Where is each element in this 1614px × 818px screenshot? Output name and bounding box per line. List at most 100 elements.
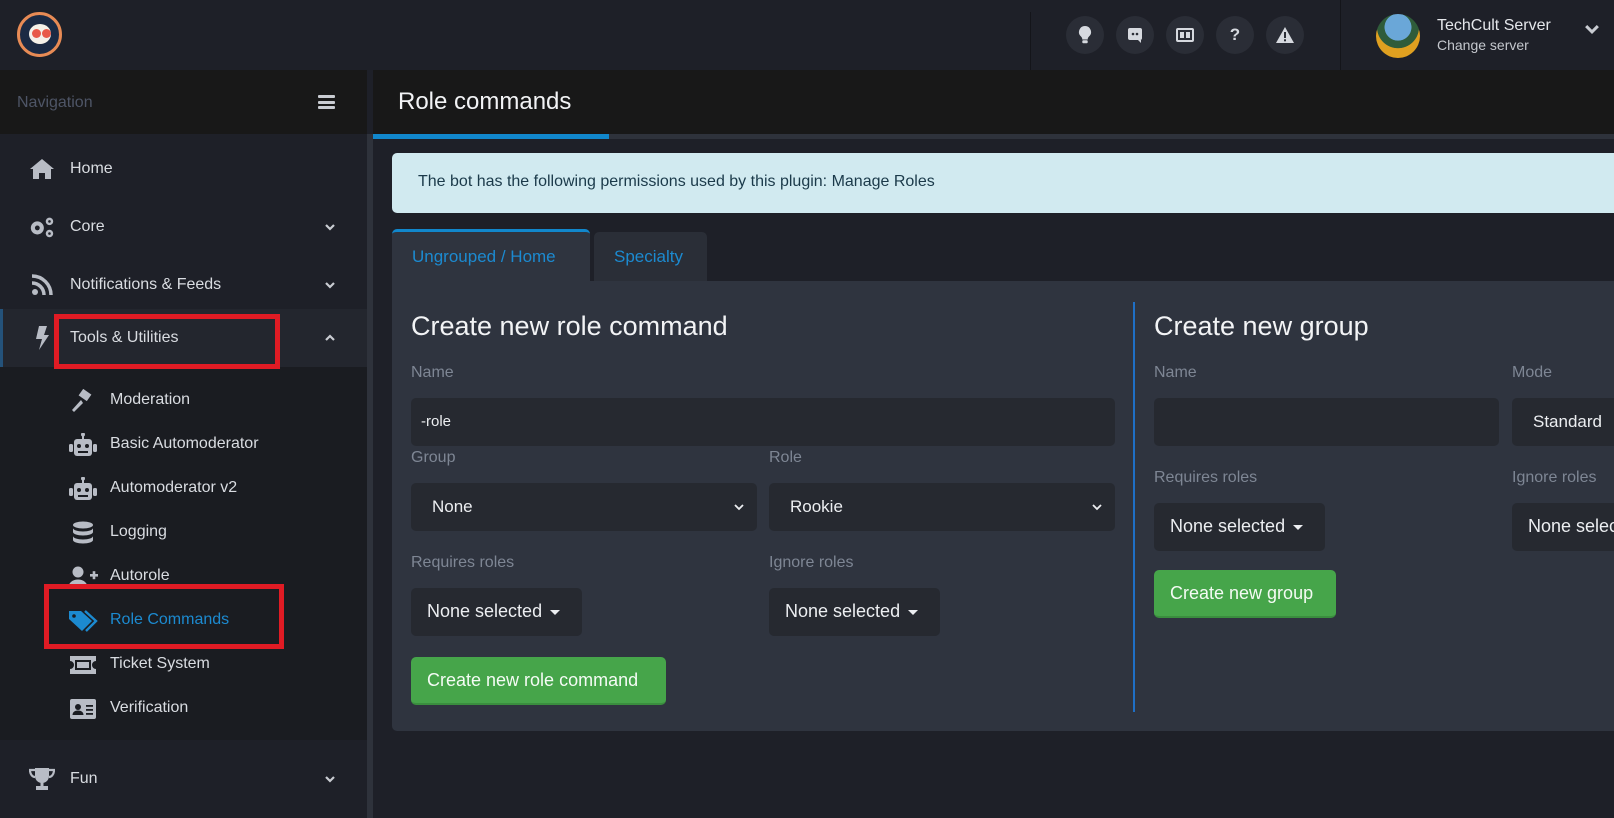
group-ignore-roles-dropdown[interactable]: None selected xyxy=(1512,503,1614,551)
tab-specialty[interactable]: Specialty xyxy=(594,232,707,282)
sidebar-item-label: Basic Automoderator xyxy=(110,435,259,452)
sidebar-item-basic-automoderator[interactable]: Basic Automoderator xyxy=(0,423,367,467)
create-group-button[interactable]: Create new group xyxy=(1154,570,1336,618)
permissions-alert: The bot has the following permissions us… xyxy=(392,153,1614,213)
discord-icon[interactable] xyxy=(1116,16,1154,54)
chevron-down-icon xyxy=(325,224,335,231)
chevron-down-icon[interactable] xyxy=(1585,22,1599,36)
create-role-command-button[interactable]: Create new role command xyxy=(411,657,666,705)
group-name-input[interactable] xyxy=(1154,398,1499,446)
chevron-down-icon xyxy=(325,282,335,289)
group-ignore-roles-label: Ignore roles xyxy=(1512,469,1597,486)
sidebar-item-label: Moderation xyxy=(110,391,191,408)
caret-down-icon xyxy=(550,609,561,615)
lightbulb-icon[interactable] xyxy=(1066,16,1104,54)
server-name[interactable]: TechCult Server xyxy=(1437,17,1551,35)
sidebar-item-label: Tools & Utilities xyxy=(70,329,179,346)
chevron-down-icon xyxy=(325,776,335,783)
group-select[interactable]: None xyxy=(411,483,757,531)
requires-roles-dropdown[interactable]: None selected xyxy=(411,588,582,636)
select-value: Rookie xyxy=(790,497,843,516)
gavel-icon xyxy=(68,389,98,413)
bolt-icon xyxy=(28,326,56,350)
sidebar-item-verification[interactable]: Verification xyxy=(0,687,367,731)
divider xyxy=(1030,12,1031,70)
dropdown-text: None selected xyxy=(1170,516,1286,536)
sidebar-item-label: Ticket System xyxy=(110,655,210,672)
sidebar-item-role-commands[interactable]: Role Commands xyxy=(0,599,367,643)
news-icon[interactable] xyxy=(1166,16,1204,54)
chevron-down-icon xyxy=(1092,504,1102,511)
robot-icon xyxy=(68,433,98,457)
select-value: None xyxy=(432,497,473,516)
caret-down-icon xyxy=(1293,524,1304,530)
menu-toggle-icon[interactable] xyxy=(318,95,335,109)
sidebar-item-label: Fun xyxy=(70,770,98,787)
group-requires-roles-label: Requires roles xyxy=(1154,469,1258,486)
dropdown-value: None selected xyxy=(785,601,919,622)
group-label: Group xyxy=(411,449,456,466)
role-command-heading: Create new role command xyxy=(411,311,728,341)
sidebar-item-tools-utilities[interactable]: Tools & Utilities xyxy=(0,309,367,367)
home-icon xyxy=(28,157,56,181)
sidebar-item-moderation[interactable]: Moderation xyxy=(0,379,367,423)
sidebar-item-core[interactable]: Core xyxy=(0,198,367,256)
group-heading: Create new group xyxy=(1154,311,1369,341)
robot-icon xyxy=(68,477,98,501)
sidebar-item-logging[interactable]: Logging xyxy=(0,511,367,555)
sidebar-title: Navigation xyxy=(17,94,93,111)
sidebar-item-label: Notifications & Feeds xyxy=(70,276,222,293)
server-avatar[interactable] xyxy=(1376,14,1420,58)
tab-ungrouped-home[interactable]: Ungrouped / Home xyxy=(392,229,590,282)
sidebar-item-notifications-feeds[interactable]: Notifications & Feeds xyxy=(0,256,367,314)
column-divider xyxy=(1133,302,1135,712)
sidebar-item-label: Verification xyxy=(110,699,189,716)
cogs-icon xyxy=(28,215,56,239)
sidebar-header: Navigation xyxy=(0,70,367,134)
caret-down-icon xyxy=(908,609,919,615)
sidebar-item-fun[interactable]: Fun xyxy=(0,750,367,808)
group-requires-roles-dropdown[interactable]: None selected xyxy=(1154,503,1325,551)
select-value: Standard xyxy=(1533,412,1602,431)
group-name-label: Name xyxy=(1154,364,1197,381)
chevron-up-icon xyxy=(325,334,335,341)
trophy-icon xyxy=(28,767,56,791)
database-icon xyxy=(68,521,98,545)
tab-label: Ungrouped / Home xyxy=(412,247,556,266)
role-command-name-input[interactable]: -role xyxy=(411,398,1115,446)
sidebar-item-label: Home xyxy=(70,160,113,177)
ignore-roles-dropdown[interactable]: None selected xyxy=(769,588,940,636)
sidebar-item-automoderator-v2[interactable]: Automoderator v2 xyxy=(0,467,367,511)
mode-select[interactable]: Standard xyxy=(1512,398,1614,446)
tab-label: Specialty xyxy=(614,247,683,266)
chevron-down-icon xyxy=(734,504,744,511)
logo-eye xyxy=(42,29,51,38)
tab-panel: Create new role command Name -role Group… xyxy=(392,281,1614,731)
warning-icon[interactable] xyxy=(1266,16,1304,54)
alert-text: The bot has the following permissions us… xyxy=(418,173,935,190)
bot-logo[interactable] xyxy=(17,12,62,57)
change-server-link[interactable]: Change server xyxy=(1437,37,1529,53)
ignore-roles-label: Ignore roles xyxy=(769,554,854,571)
role-label: Role xyxy=(769,449,802,466)
sidebar-item-label: Logging xyxy=(110,523,167,540)
role-select[interactable]: Rookie xyxy=(769,483,1115,531)
help-icon[interactable]: ? xyxy=(1216,16,1254,54)
sidebar: Navigation Home Core Notifications & Fee… xyxy=(0,70,373,818)
id-card-icon xyxy=(68,697,98,721)
sidebar-item-label: Automoderator v2 xyxy=(110,479,238,496)
main-content: Role commands The bot has the following … xyxy=(373,70,1614,818)
rss-icon xyxy=(28,273,56,297)
name-label: Name xyxy=(411,364,454,381)
mode-label: Mode xyxy=(1512,364,1553,381)
sidebar-item-ticket-system[interactable]: Ticket System xyxy=(0,643,367,687)
help-glyph: ? xyxy=(1229,25,1241,44)
dropdown-value: None selected xyxy=(1170,516,1304,537)
sidebar-item-home[interactable]: Home xyxy=(0,140,367,198)
sidebar-item-autorole[interactable]: Autorole xyxy=(0,555,367,599)
dropdown-text: None selected xyxy=(427,601,543,621)
tools-submenu: Moderation Basic Automoderator Automoder… xyxy=(0,367,367,740)
input-value: -role xyxy=(421,413,452,430)
sidebar-item-label: Role Commands xyxy=(110,611,230,628)
button-label: Create new role command xyxy=(427,670,639,690)
